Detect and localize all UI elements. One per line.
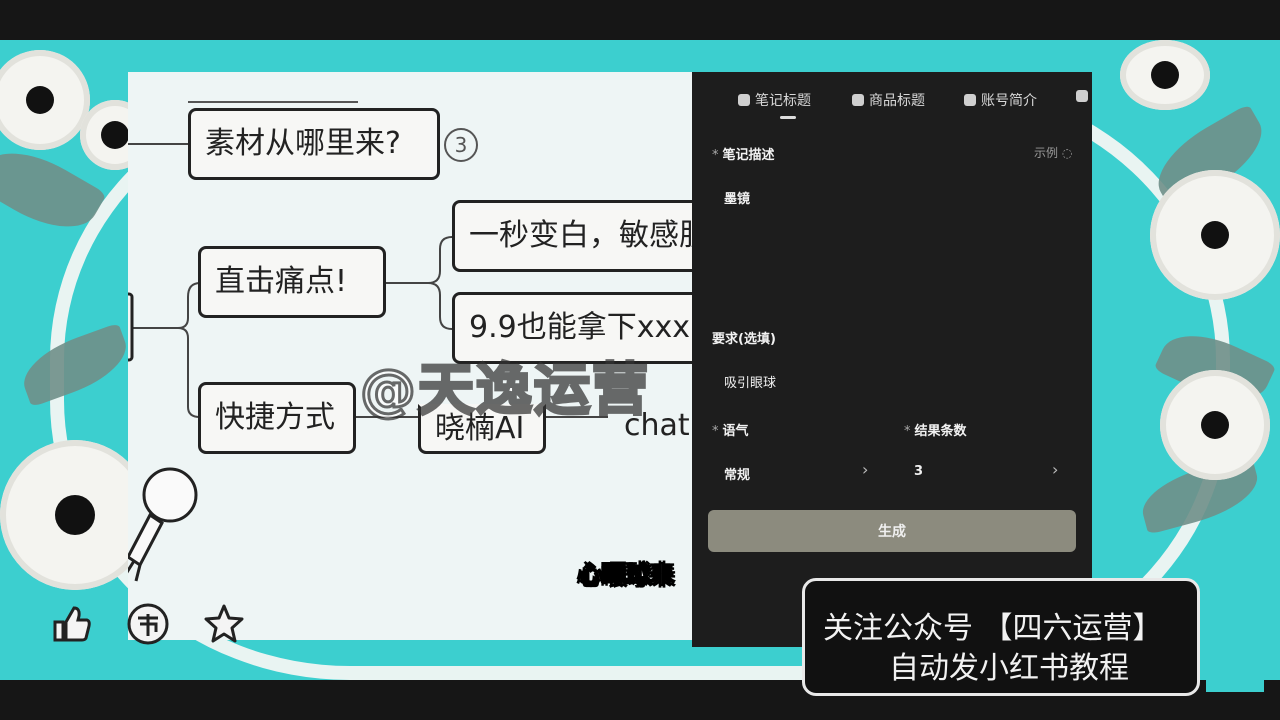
flower-decoration [1150,170,1280,300]
tab-product-title[interactable]: 商品标题 [852,90,925,110]
tab-account-bio[interactable]: 账号简介 [964,90,1037,110]
promo-line-2: 自动发小红书教程 [889,651,1129,686]
tab-label: 账号简介 [981,93,1037,109]
tone-label: * 语气 [712,424,749,439]
requirements-label: 要求(选填) [712,332,776,347]
thumbs-up-icon[interactable] [48,600,96,648]
coin-icon[interactable] [124,600,172,648]
tab-label: 笔记标题 [755,93,811,109]
requirements-input[interactable]: 吸引眼球 [724,372,776,391]
teal-decoration [1206,580,1264,692]
product-icon [852,94,864,106]
mindmap-node-pain-child[interactable]: 一秒变白，敏感肌 [452,200,694,272]
mascot-illustration [128,467,198,582]
letterbox-top [0,0,1280,40]
promo-banner: 关注公众号 【四六运营】 自动发小红书教程 [802,578,1200,696]
tab-label: 商品标题 [869,93,925,109]
mindmap-node-label: 一秒变白，敏感肌 [469,218,694,253]
mindmap-node-label: 9.9也能拿下xxx， [469,310,694,345]
mindmap-node-label: 直击痛点! [215,264,348,299]
result-count-label: * 结果条数 [904,424,967,439]
chevron-right-icon[interactable]: › [1052,460,1058,479]
example-link[interactable]: 示例 ◌ [1034,144,1072,161]
star-icon[interactable] [200,600,248,648]
mindmap-node-source[interactable]: 素材从哪里来? [188,108,440,180]
mindmap-node-pain[interactable]: 直击痛点! [198,246,386,318]
video-subtitle: 心眼球来 [578,561,675,590]
flower-decoration [0,50,90,150]
flower-decoration [1160,370,1270,480]
panel-tabs: 笔记标题 商品标题 账号简介 [692,90,1092,114]
node-count-badge: 3 [444,128,478,162]
active-tab-indicator [780,116,796,119]
promo-line-1: 关注公众号 【四六运营】 [823,611,1163,646]
flower-decoration [1120,40,1210,110]
tab-more[interactable] [1076,90,1088,102]
description-label: * 笔记描述 [712,148,775,163]
tab-note-title[interactable]: 笔记标题 [738,90,811,110]
mindmap-node-label: 素材从哪里来? [205,126,401,161]
tone-select[interactable]: 常规 [724,464,750,483]
more-tab-icon [1076,90,1088,102]
mindmap-node-label: 快捷方式 [215,400,335,435]
mindmap-node-shortcut[interactable]: 快捷方式 [198,382,356,454]
account-icon [964,94,976,106]
watermark: @天逸运营 [359,357,650,425]
note-icon [738,94,750,106]
chevron-right-icon[interactable]: › [862,460,868,479]
ai-generation-panel: 笔记标题 商品标题 账号简介 * 笔记描述 示例 ◌ 墨镜 要求(选填) 吸引眼球… [692,72,1092,647]
description-input[interactable]: 墨镜 [724,188,750,207]
result-count-select[interactable]: 3 [914,464,923,479]
generate-button[interactable]: 生成 [708,510,1076,552]
